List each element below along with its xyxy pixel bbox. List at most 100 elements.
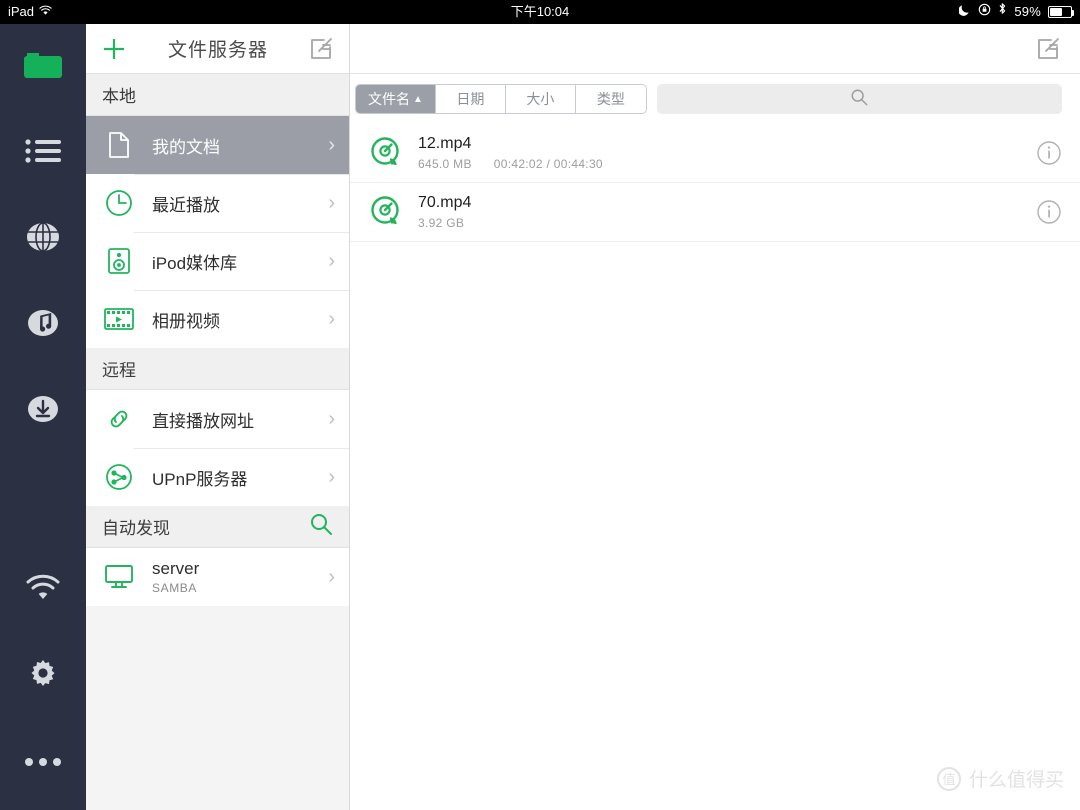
sort-tab-label: 文件名 xyxy=(368,91,410,107)
nav-header: 文件服务器 xyxy=(86,24,349,74)
media-player-icon xyxy=(366,136,406,170)
rail-item-settings[interactable] xyxy=(0,634,86,720)
section-title: 自动发现 xyxy=(102,519,170,538)
rail-item-music[interactable] xyxy=(0,282,86,368)
search-input[interactable] xyxy=(656,84,1062,114)
sidebar-item-album-videos[interactable]: 相册视频 › xyxy=(86,290,349,348)
info-icon[interactable] xyxy=(1036,140,1062,166)
gear-icon xyxy=(26,658,60,697)
file-text: 70.mp4 3.92 GB xyxy=(406,194,1036,230)
edit-compose-icon[interactable] xyxy=(309,36,335,62)
edit-compose-icon[interactable] xyxy=(1036,36,1062,62)
watermark-badge: 值 xyxy=(936,766,961,791)
upnp-network-icon xyxy=(102,463,136,491)
rail-item-more[interactable] xyxy=(0,720,86,806)
clock-icon xyxy=(102,189,136,217)
file-row[interactable]: 70.mp4 3.92 GB xyxy=(350,183,1080,242)
sort-tab-filename[interactable]: 文件名 ▲ xyxy=(356,85,436,113)
sidebar-item-label: 我的文档 xyxy=(152,137,220,157)
sort-segmented-control: 文件名 ▲ 日期 大小 类型 xyxy=(355,84,647,114)
left-icon-rail xyxy=(0,24,86,810)
chevron-right-icon: › xyxy=(328,465,335,488)
sidebar-item-label: server xyxy=(152,559,200,578)
file-meta: 3.92 GB xyxy=(418,216,1036,230)
download-icon xyxy=(25,393,61,430)
file-name: 70.mp4 xyxy=(418,194,472,211)
sidebar-item-label: 直接播放网址 xyxy=(152,411,254,431)
nav-section-header-auto-discovery: 自动发现 xyxy=(86,506,349,548)
speaker-icon xyxy=(102,247,136,275)
folder-icon xyxy=(21,48,65,87)
sidebar-item-text: 相册视频 xyxy=(136,307,322,332)
app-root: iPad 下午10:04 59% 文件服务器 本地 我的文档 › 最近播放 › … xyxy=(0,0,1080,810)
battery-percent-label: 59% xyxy=(1014,4,1041,19)
sidebar-item-label: iPod媒体库 xyxy=(152,253,238,273)
search-icon xyxy=(850,88,868,111)
navigation-panel: 文件服务器 本地 我的文档 › 最近播放 › iPod媒体库 › 相册视频 › … xyxy=(86,24,350,810)
sidebar-item-ipod-library[interactable]: iPod媒体库 › xyxy=(86,232,349,290)
chevron-right-icon: › xyxy=(328,133,335,156)
sidebar-item-text: UPnP服务器 xyxy=(136,465,322,490)
content-header xyxy=(350,24,1080,74)
sort-tab-label: 类型 xyxy=(596,91,625,107)
sidebar-item-direct-url[interactable]: 直接播放网址 › xyxy=(86,390,349,448)
content-toolbar: 文件名 ▲ 日期 大小 类型 xyxy=(350,74,1080,124)
media-player-icon xyxy=(366,195,406,229)
sidebar-item-recent-played[interactable]: 最近播放 › xyxy=(86,174,349,232)
chevron-right-icon: › xyxy=(328,565,335,588)
file-size: 3.92 GB xyxy=(418,216,465,230)
rail-item-network[interactable] xyxy=(0,196,86,282)
sidebar-item-sublabel: SAMBA xyxy=(152,581,198,595)
rail-item-list[interactable] xyxy=(0,110,86,196)
info-icon[interactable] xyxy=(1036,199,1062,225)
sidebar-item-upnp-server[interactable]: UPnP服务器 › xyxy=(86,448,349,506)
status-bar: iPad 下午10:04 59% xyxy=(0,0,1080,24)
monitor-icon xyxy=(102,564,136,590)
watermark-text: 什么值得买 xyxy=(968,770,1064,791)
file-text: 12.mp4 645.0 MB 00:42:02 / 00:44:30 xyxy=(406,135,1036,171)
status-bar-right: 59% xyxy=(958,0,1074,24)
do-not-disturb-moon-icon xyxy=(958,0,971,24)
file-meta: 645.0 MB 00:42:02 / 00:44:30 xyxy=(418,157,1036,171)
nav-bottom-filler xyxy=(86,606,349,614)
battery-icon xyxy=(1048,6,1074,18)
sidebar-item-text: 最近播放 xyxy=(136,191,322,216)
wifi-icon xyxy=(23,574,63,609)
globe-icon xyxy=(25,220,61,259)
more-icon xyxy=(24,754,62,772)
sort-tab-type[interactable]: 类型 xyxy=(575,85,646,113)
music-icon xyxy=(25,307,61,344)
sort-tab-label: 大小 xyxy=(526,91,555,107)
watermark: 值 什么值得买 xyxy=(936,765,1064,792)
sidebar-item-label: 相册视频 xyxy=(152,311,220,331)
section-title: 本地 xyxy=(102,87,136,106)
sort-tab-size[interactable]: 大小 xyxy=(505,85,576,113)
sort-tab-date[interactable]: 日期 xyxy=(435,85,506,113)
sidebar-item-text: 直接播放网址 xyxy=(136,407,322,432)
chevron-right-icon: › xyxy=(328,307,335,330)
file-name: 12.mp4 xyxy=(418,135,472,152)
sidebar-item-server[interactable]: server SAMBA › xyxy=(86,548,349,606)
sidebar-item-my-documents[interactable]: 我的文档 › xyxy=(86,116,349,174)
rail-item-wifi[interactable] xyxy=(0,548,86,634)
add-server-button[interactable] xyxy=(100,35,128,63)
rail-bottom-group xyxy=(0,548,86,806)
rail-item-files[interactable] xyxy=(0,24,86,110)
sort-ascending-caret-icon: ▲ xyxy=(413,93,423,105)
sidebar-item-text: iPod媒体库 xyxy=(136,249,322,274)
search-icon[interactable] xyxy=(309,512,333,541)
rail-item-downloads[interactable] xyxy=(0,368,86,454)
file-row[interactable]: 12.mp4 645.0 MB 00:42:02 / 00:44:30 xyxy=(350,124,1080,183)
sidebar-item-label: 最近播放 xyxy=(152,195,220,215)
list-icon xyxy=(24,137,62,170)
rail-top-group xyxy=(0,24,86,454)
nav-section-header-remote: 远程 xyxy=(86,348,349,390)
document-icon xyxy=(102,131,136,159)
sidebar-item-label: UPnP服务器 xyxy=(152,469,248,489)
sidebar-item-text: server SAMBA xyxy=(136,559,322,595)
sort-tab-label: 日期 xyxy=(456,91,485,107)
film-icon xyxy=(102,306,136,332)
link-icon xyxy=(102,405,136,433)
bluetooth-icon xyxy=(998,0,1007,24)
section-title: 远程 xyxy=(102,361,136,380)
